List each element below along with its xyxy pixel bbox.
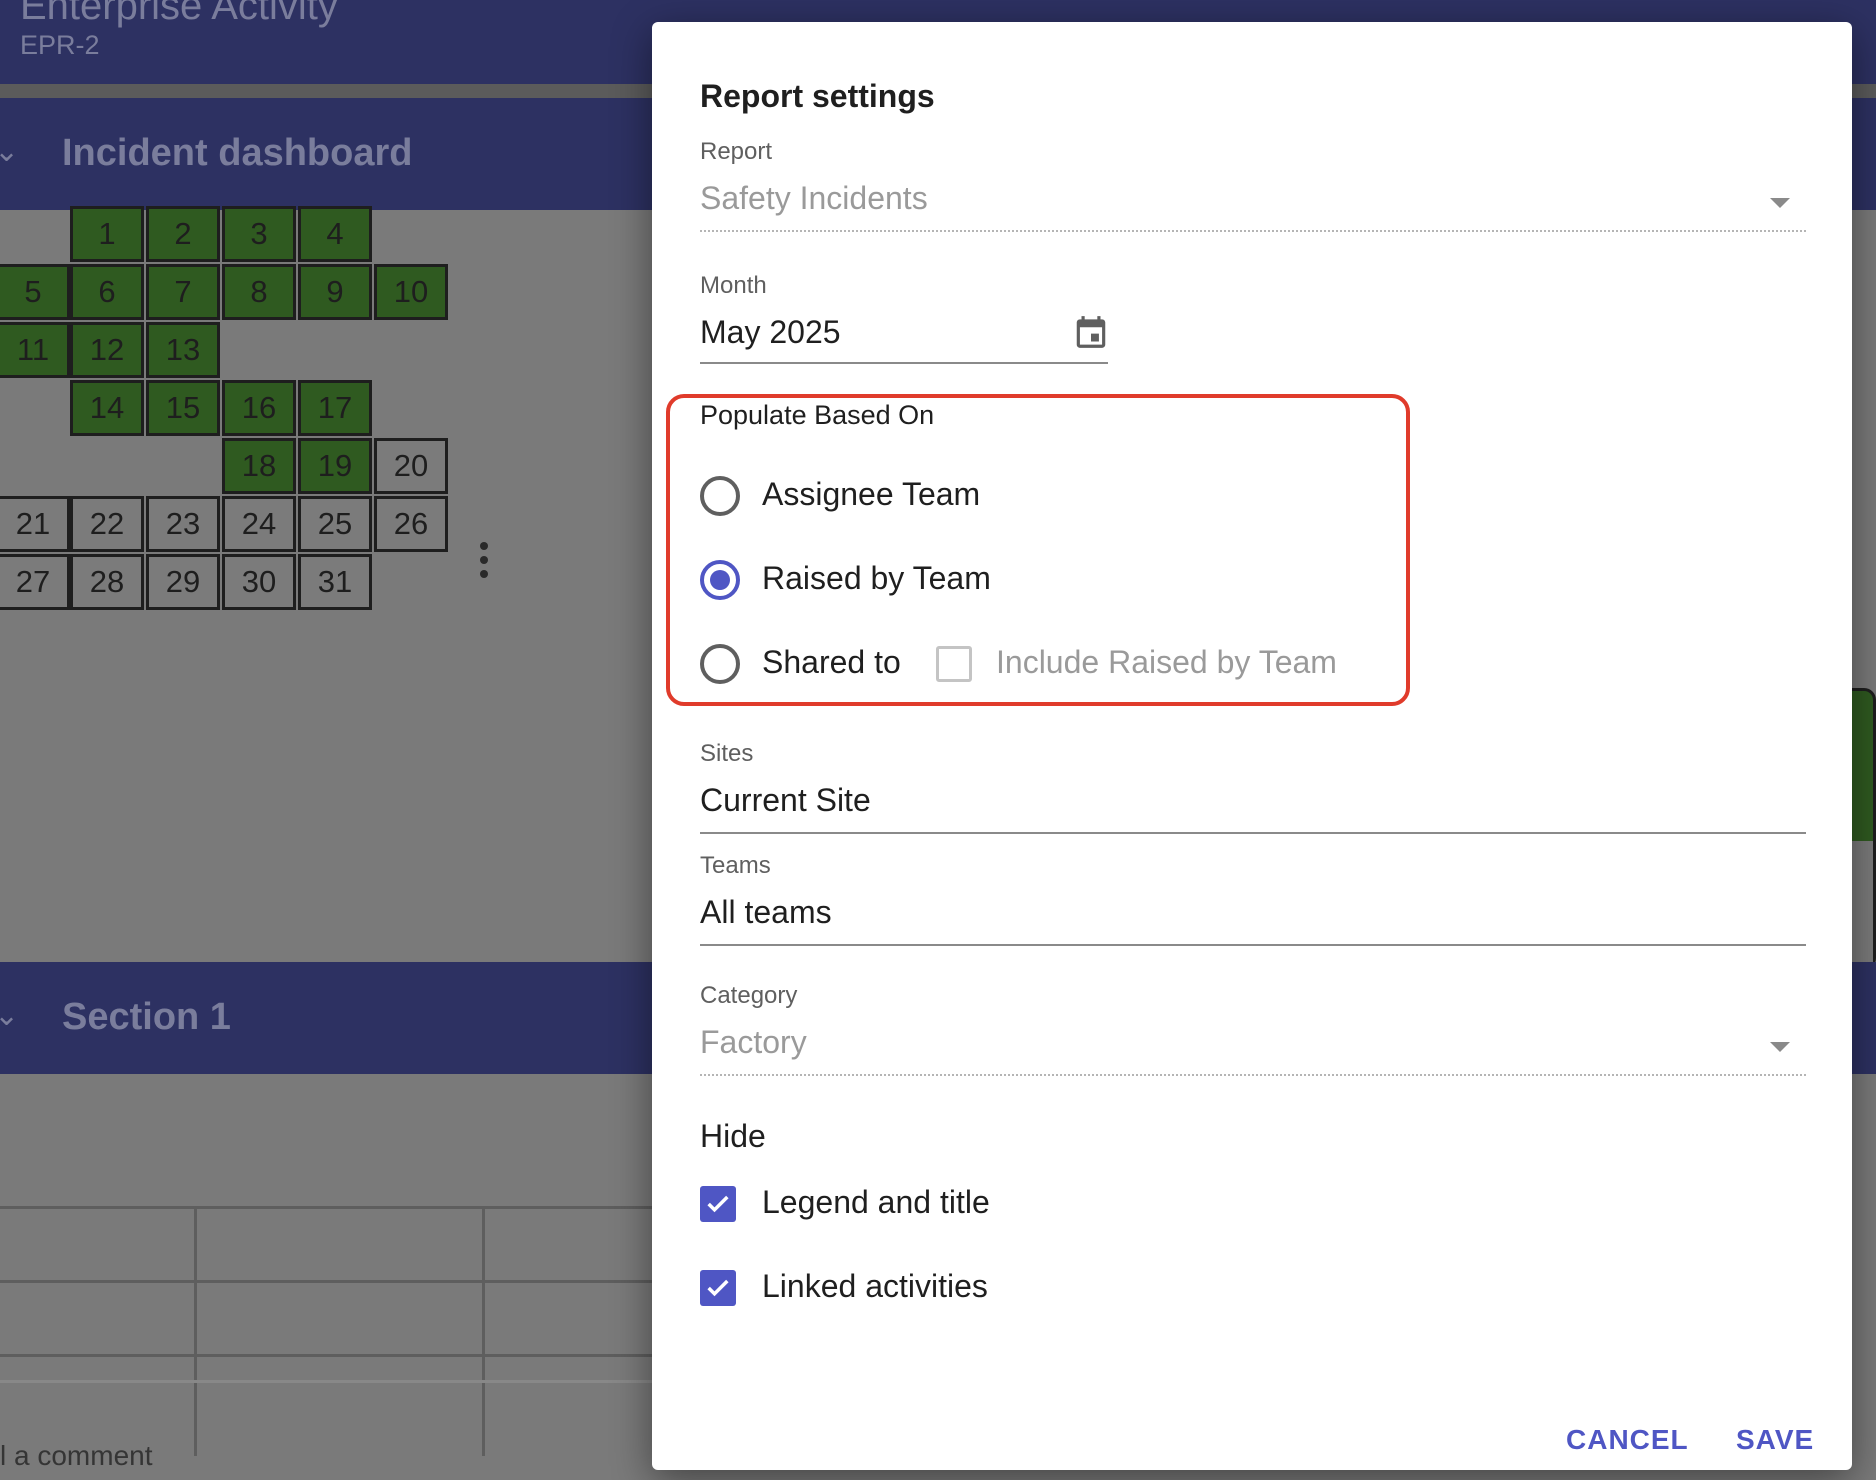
radio-assignee-team[interactable] xyxy=(700,476,740,516)
table-line xyxy=(482,1206,485,1456)
teams-input[interactable]: All teams xyxy=(700,894,832,931)
calendar-day[interactable]: 5 xyxy=(0,264,70,320)
calendar-day[interactable]: 17 xyxy=(298,380,372,436)
radio-shared-to[interactable] xyxy=(700,644,740,684)
dialog-title: Report settings xyxy=(700,78,935,114)
cancel-button[interactable]: CANCEL xyxy=(1566,1424,1689,1456)
calendar-day[interactable]: 26 xyxy=(374,496,448,552)
sites-input[interactable]: Current Site xyxy=(700,782,871,819)
calendar-day[interactable]: 1 xyxy=(70,206,144,262)
dropdown-arrow-icon xyxy=(1770,1042,1790,1052)
save-button[interactable]: SAVE xyxy=(1736,1424,1814,1456)
calendar-day[interactable]: 24 xyxy=(222,496,296,552)
option-shared-to[interactable]: Shared to xyxy=(762,644,901,681)
legend-title-label[interactable]: Legend and title xyxy=(762,1184,990,1221)
category-underline xyxy=(700,1074,1806,1076)
calendar-day[interactable]: 18 xyxy=(222,438,296,494)
include-raised-label: Include Raised by Team xyxy=(996,644,1337,680)
section-title: Incident dashboard xyxy=(62,132,413,174)
dropdown-arrow-icon xyxy=(1770,198,1790,208)
calendar-partial-edge xyxy=(1848,688,1876,971)
report-underline xyxy=(700,230,1806,232)
more-options-icon[interactable] xyxy=(480,542,490,582)
calendar-day[interactable]: 3 xyxy=(222,206,296,262)
calendar-day[interactable]: 30 xyxy=(222,554,296,610)
calendar-day[interactable]: 27 xyxy=(0,554,70,610)
month-underline xyxy=(700,362,1108,364)
calendar-day[interactable]: 8 xyxy=(222,264,296,320)
calendar-day[interactable]: 11 xyxy=(0,322,70,378)
teams-label: Teams xyxy=(700,852,771,879)
option-raised-by-team[interactable]: Raised by Team xyxy=(762,560,991,597)
checkmark-icon xyxy=(707,1195,729,1213)
calendar-day[interactable]: 7 xyxy=(146,264,220,320)
table-line xyxy=(0,1206,660,1209)
calendar-day[interactable]: 19 xyxy=(298,438,372,494)
calendar-day[interactable]: 23 xyxy=(146,496,220,552)
sites-label: Sites xyxy=(700,740,754,767)
sites-underline xyxy=(700,832,1806,834)
app-subtitle: EPR-2 xyxy=(20,30,100,60)
report-settings-dialog: Report settings Report Safety Incidents … xyxy=(652,22,1852,1470)
option-assignee-team[interactable]: Assignee Team xyxy=(762,476,980,513)
calendar-day[interactable]: 28 xyxy=(70,554,144,610)
linked-activities-checkbox[interactable] xyxy=(700,1270,736,1306)
month-input[interactable]: May 2025 xyxy=(700,314,841,351)
checkmark-icon xyxy=(707,1279,729,1297)
calendar-day[interactable]: 22 xyxy=(70,496,144,552)
radio-raised-by-team[interactable] xyxy=(700,560,740,600)
comment-input[interactable]: l a comment xyxy=(0,1440,153,1472)
calendar-day[interactable]: 6 xyxy=(70,264,144,320)
app-title: Enterprise Activity xyxy=(20,0,338,28)
include-raised-checkbox[interactable] xyxy=(936,646,972,682)
chevron-down-icon[interactable]: ⌄ xyxy=(0,134,19,169)
calendar-day[interactable]: 14 xyxy=(70,380,144,436)
category-select: Factory xyxy=(700,1024,807,1060)
teams-underline xyxy=(700,944,1806,946)
calendar-day[interactable]: 10 xyxy=(374,264,448,320)
calendar-day[interactable]: 15 xyxy=(146,380,220,436)
calendar-day[interactable]: 4 xyxy=(298,206,372,262)
month-label: Month xyxy=(700,272,767,299)
calendar-day[interactable]: 29 xyxy=(146,554,220,610)
populate-label: Populate Based On xyxy=(700,400,935,430)
calendar-day[interactable]: 13 xyxy=(146,322,220,378)
hide-title: Hide xyxy=(700,1118,766,1154)
calendar-day[interactable]: 12 xyxy=(70,322,144,378)
calendar-day[interactable]: 21 xyxy=(0,496,70,552)
calendar-icon[interactable] xyxy=(1072,312,1110,352)
chevron-down-icon[interactable]: ⌄ xyxy=(0,998,19,1033)
calendar-day[interactable]: 31 xyxy=(298,554,372,610)
calendar-day[interactable]: 25 xyxy=(298,496,372,552)
category-label: Category xyxy=(700,982,798,1009)
calendar-day[interactable]: 9 xyxy=(298,264,372,320)
report-label: Report xyxy=(700,138,773,165)
linked-activities-label[interactable]: Linked activities xyxy=(762,1268,988,1305)
legend-title-checkbox[interactable] xyxy=(700,1186,736,1222)
table-line xyxy=(194,1206,197,1456)
calendar-day[interactable]: 20 xyxy=(374,438,448,494)
table-line xyxy=(0,1354,660,1357)
calendar-day[interactable]: 2 xyxy=(146,206,220,262)
report-select: Safety Incidents xyxy=(700,180,928,216)
table-line xyxy=(0,1280,660,1283)
section-title: Section 1 xyxy=(62,996,231,1038)
calendar-day[interactable]: 16 xyxy=(222,380,296,436)
table-line xyxy=(0,1380,660,1383)
